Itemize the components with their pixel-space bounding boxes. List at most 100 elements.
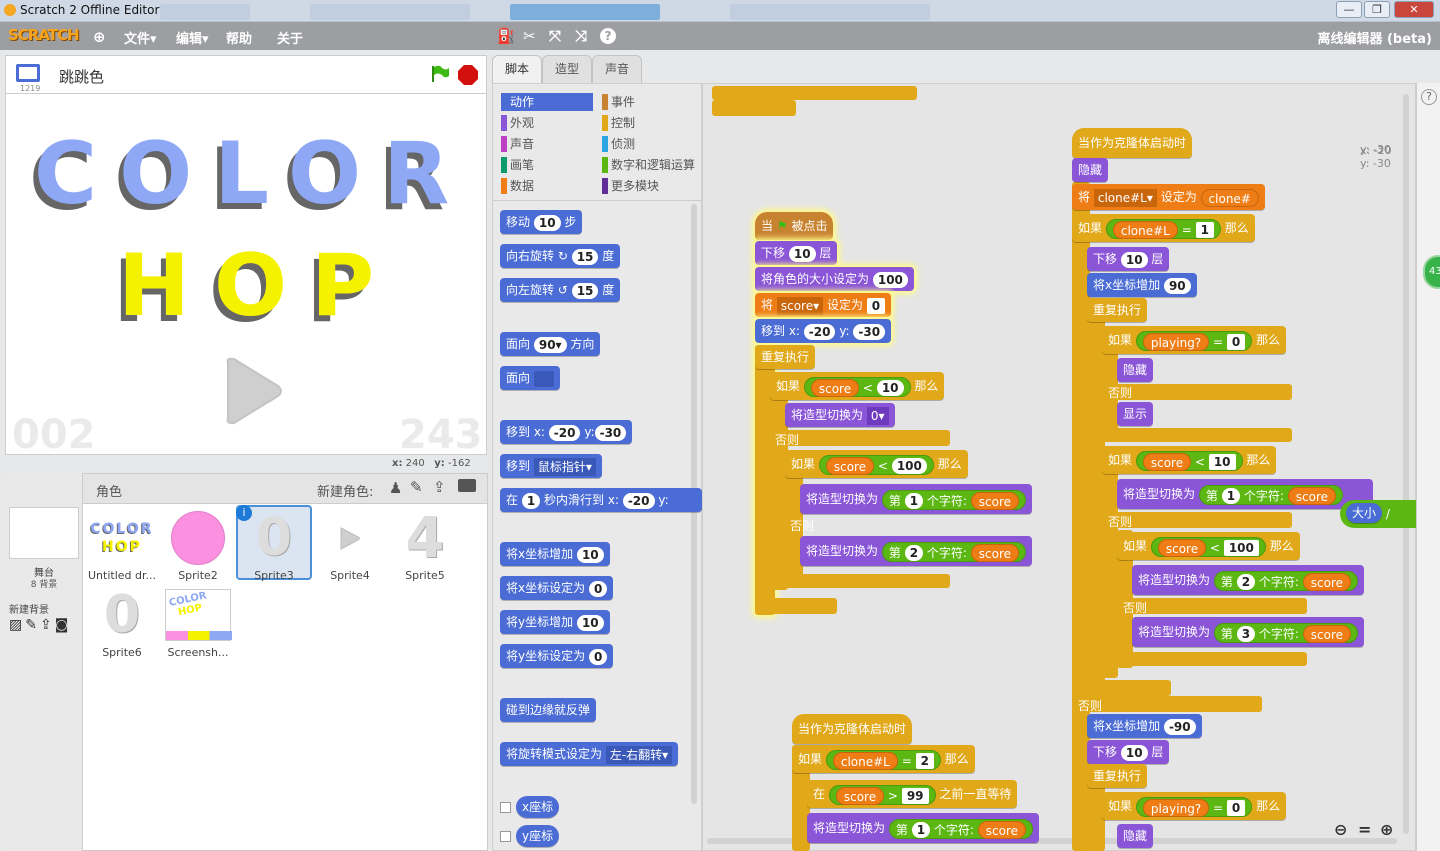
sprite-thumb[interactable]: COLOR HOP Untitled dr... — [86, 507, 158, 582]
grow-icon[interactable]: ⤧ — [549, 27, 561, 45]
letter-of-operator[interactable]: 第 1 个字符: score — [881, 489, 1026, 510]
when-clone-starts-block[interactable]: 当作为克隆体启动时 — [792, 714, 913, 744]
switch-costume-block[interactable]: 将造型切换为 第 2 个字符: score — [1132, 565, 1364, 595]
variable-dropdown[interactable]: clone#L▾ — [1093, 188, 1157, 207]
x-checkbox[interactable] — [500, 802, 511, 813]
category-sound[interactable]: 声音 — [501, 135, 534, 153]
value-input[interactable]: 10 — [1120, 744, 1148, 761]
lt-operator[interactable]: score < 10 — [1135, 450, 1243, 471]
info-icon[interactable]: i — [236, 505, 252, 521]
value-input[interactable]: 10 — [788, 245, 816, 262]
value-input[interactable]: 100 — [872, 271, 908, 288]
if-else-block[interactable]: 如果 playing? = 0 那么 — [1102, 326, 1287, 354]
letter-of-operator[interactable]: 第 1 个字符: score — [1198, 484, 1343, 505]
value-input[interactable]: 100 — [1223, 540, 1259, 556]
target-dropdown[interactable]: 鼠标指针▾ — [533, 457, 596, 476]
x-input[interactable]: -20 — [548, 424, 581, 441]
block-help-icon[interactable]: ? — [600, 28, 616, 44]
zoom-reset-icon[interactable]: = — [1358, 820, 1371, 839]
size-reporter[interactable]: 大小 — [1346, 503, 1383, 523]
value-input[interactable]: 99 — [901, 788, 929, 804]
upload-sprite-icon[interactable]: ⇪ — [433, 478, 446, 496]
when-flag-clicked-block[interactable]: 当 ⚑ 被点击 — [755, 212, 834, 240]
turn-right-block[interactable]: 向右旋转 ↻ 15 度 — [500, 244, 621, 268]
move-steps-block[interactable]: 移动 10 步 — [500, 210, 583, 234]
sprite-thumb[interactable]: 0 Sprite6 — [86, 584, 158, 659]
value-input[interactable]: 10 — [1208, 454, 1236, 470]
value-input[interactable]: 0 — [588, 648, 608, 665]
lt-operator[interactable]: score < 10 — [803, 376, 911, 397]
sprite-thumb[interactable]: Sprite4 — [314, 507, 386, 582]
change-y-block[interactable]: 将y坐标增加 10 — [500, 610, 610, 634]
score-reporter[interactable]: score — [810, 379, 860, 397]
backdrop-tools-icon[interactable]: ▨✎⇪◙ — [9, 617, 71, 633]
edit-menu[interactable]: 编辑▾ — [176, 28, 209, 47]
letter-of-operator[interactable]: 第 3 个字符: score — [1213, 622, 1358, 643]
eq-operator[interactable]: playing? = 0 — [1135, 330, 1253, 351]
score-reporter[interactable]: score — [1287, 487, 1336, 505]
switch-costume-block[interactable]: 将造型切换为 第 1 个字符: score — [1117, 479, 1373, 509]
go-to-block[interactable]: 移到 鼠标指针▾ — [500, 454, 602, 478]
go-back-layers-block[interactable]: 下移 10 层 — [1087, 740, 1170, 764]
switch-costume-block[interactable]: 将造型切换为 0▾ — [785, 403, 895, 427]
direction-input[interactable]: 90▾ — [533, 336, 567, 353]
value-input[interactable]: 2 — [915, 753, 934, 769]
tab-sounds[interactable]: 声音 — [592, 55, 642, 83]
paint-sprite-icon[interactable]: ✎ — [410, 478, 423, 496]
lt-operator[interactable]: score < 100 — [818, 454, 934, 475]
playing-reporter[interactable]: playing? — [1142, 333, 1210, 351]
sprite-thumb-selected[interactable]: i 0 Sprite3 — [236, 505, 312, 582]
value-input[interactable]: 0 — [1226, 334, 1246, 350]
go-back-layers-block[interactable]: 下移 10 层 — [755, 241, 838, 265]
value-input[interactable]: 1 — [1221, 488, 1241, 504]
if-else-block[interactable]: 如果 playing? = 0 那么 — [1102, 792, 1287, 820]
score-reporter[interactable]: score — [835, 787, 885, 805]
sprite-thumb[interactable]: COLOR HOP Screensh... — [162, 584, 234, 659]
if-else-block[interactable]: 如果 clone#L = 1 那么 — [1072, 214, 1255, 242]
score-reporter[interactable]: score — [1142, 453, 1192, 471]
stage[interactable]: COLOR HOP 002 243 — [5, 93, 487, 458]
x-input[interactable]: -20 — [622, 492, 655, 509]
divide-operator[interactable]: 大小 / — [1340, 500, 1416, 528]
bounce-block[interactable]: 碰到边缘就反弹 — [500, 698, 597, 722]
clone-reporter[interactable]: clone#L — [832, 752, 898, 770]
steps-input[interactable]: 10 — [533, 214, 561, 231]
change-x-block[interactable]: 将x坐标增加 90 — [1087, 273, 1197, 297]
category-events[interactable]: 事件 — [602, 93, 635, 111]
x-input[interactable]: -20 — [803, 323, 836, 340]
letter-of-operator[interactable]: 第 2 个字符: score — [881, 541, 1026, 562]
zoom-in-icon[interactable]: ⊕ — [1380, 820, 1393, 839]
if-block[interactable]: 如果 clone#L = 2 那么 — [792, 745, 975, 773]
file-menu[interactable]: 文件▾ — [124, 28, 157, 47]
score-reporter[interactable]: score — [1302, 625, 1351, 643]
go-to-xy-block[interactable]: 移到 x: -20 y: -30 — [755, 319, 892, 343]
stop-icon[interactable] — [458, 65, 478, 85]
point-direction-block[interactable]: 面向 90▾ 方向 — [500, 332, 601, 356]
hide-block[interactable]: 隐藏 — [1072, 158, 1109, 182]
y-input[interactable]: -30 — [594, 424, 627, 441]
language-globe-icon[interactable]: ⊕ — [93, 28, 106, 46]
set-variable-block[interactable]: 将 clone#L▾ 设定为 clone# — [1072, 184, 1265, 210]
green-flag-icon[interactable] — [430, 64, 449, 84]
value-input[interactable]: 2 — [1236, 574, 1256, 590]
project-name[interactable]: 跳跳色 — [59, 66, 104, 87]
category-looks[interactable]: 外观 — [501, 114, 534, 132]
score-reporter[interactable]: score — [970, 492, 1019, 510]
if-else-block[interactable]: 如果 score < 100 那么 — [785, 450, 968, 478]
set-y-block[interactable]: 将y坐标设定为 0 — [500, 644, 614, 668]
go-to-xy-block[interactable]: 移到 x: -20 y: -30 — [500, 420, 633, 444]
score-reporter[interactable]: score — [977, 821, 1026, 839]
maximize-button[interactable]: ❐ — [1364, 1, 1390, 18]
change-x-block[interactable]: 将x坐标增加 -90 — [1087, 714, 1202, 738]
value-input[interactable]: -90 — [1163, 718, 1196, 735]
choose-sprite-icon[interactable]: ♟ — [389, 479, 402, 497]
duplicate-stamp-icon[interactable]: ⛽ — [497, 27, 516, 45]
value-input[interactable]: 0 — [866, 297, 886, 314]
clone-reporter[interactable]: clone#L — [1112, 221, 1178, 239]
eq-operator[interactable]: clone#L = 1 — [1105, 218, 1221, 239]
score-reporter[interactable]: score — [825, 457, 875, 475]
tab-scripts[interactable]: 脚本 — [492, 55, 542, 83]
gt-operator[interactable]: score > 99 — [828, 784, 936, 805]
change-x-block[interactable]: 将x坐标增加 10 — [500, 542, 610, 566]
partial-block-end[interactable] — [712, 100, 796, 116]
